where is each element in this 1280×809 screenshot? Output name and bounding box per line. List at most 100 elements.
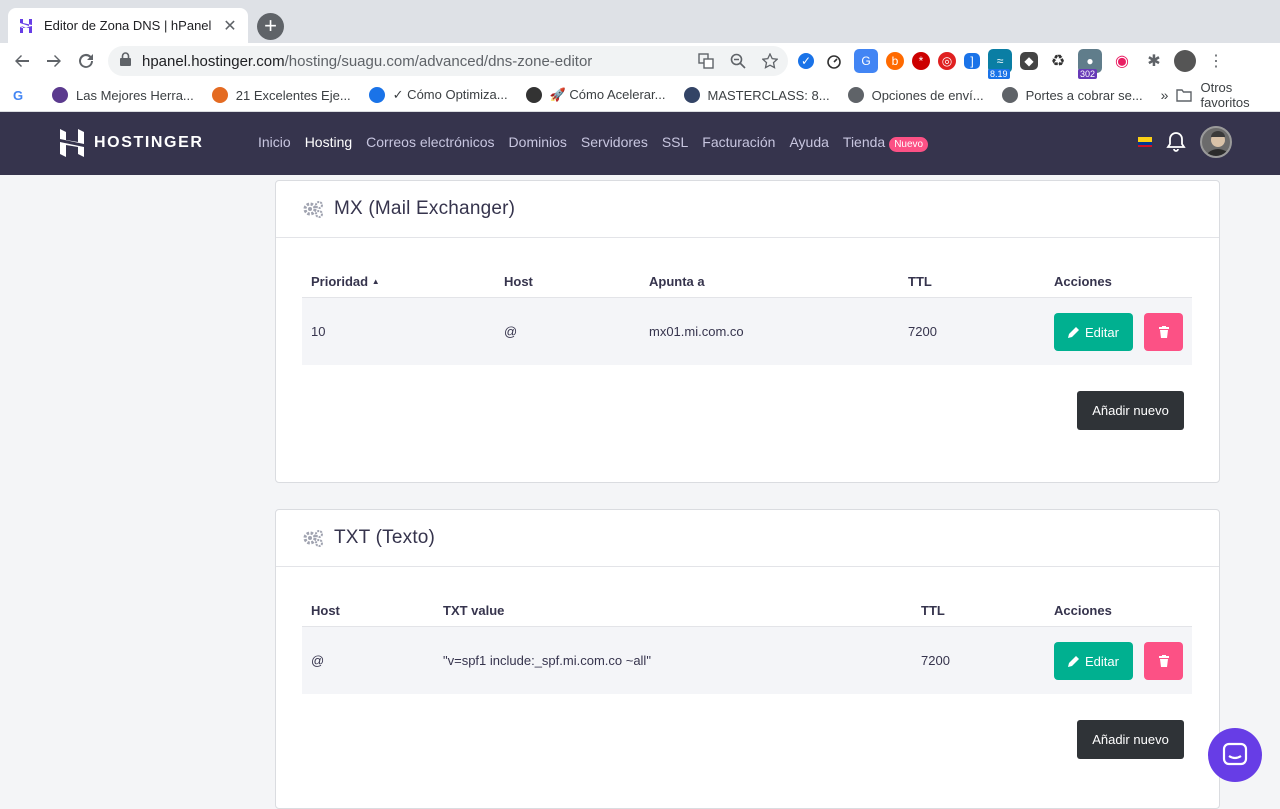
bookmark-favicon-icon [847, 87, 864, 103]
mx-ttl-cell: 7200 [908, 324, 937, 339]
b-extension-icon[interactable]: b [886, 52, 904, 70]
browser-tab-bar: Editor de Zona DNS | hPanel ✕ + [0, 0, 1280, 43]
translate-icon[interactable] [696, 51, 716, 71]
gears-icon [302, 529, 324, 547]
nav-item-correos-electr-nicos[interactable]: Correos electrónicos [366, 134, 494, 150]
nav-item-servidores[interactable]: Servidores [581, 134, 648, 150]
back-arrow-icon[interactable] [6, 45, 38, 77]
new-tab-button[interactable]: + [257, 13, 284, 40]
bookmark-label: Opciones de enví... [871, 87, 984, 103]
add-txt-record-button[interactable]: Añadir nuevo [1077, 720, 1184, 759]
google-icon: G [10, 87, 26, 103]
nav-item-label: Inicio [258, 134, 291, 150]
colombia-flag-icon[interactable] [1138, 137, 1152, 147]
hostinger-logo-icon [60, 129, 84, 157]
bookmark-favicon-icon [211, 87, 228, 103]
lastpass-extension-icon[interactable]: * [912, 52, 930, 70]
keyword-extension-icon[interactable]: G [854, 49, 878, 73]
bookmark-item[interactable]: 21 Excelentes Eje... [211, 87, 351, 103]
bookmark-favicon-icon [525, 87, 542, 103]
extension-badge-819: 8.19 [988, 69, 1010, 79]
nav-item-ayuda[interactable]: Ayuda [789, 134, 828, 150]
browser-tab[interactable]: Editor de Zona DNS | hPanel ✕ [8, 8, 248, 43]
nav-item-facturaci-n[interactable]: Facturación [702, 134, 775, 150]
nav-item-ssl[interactable]: SSL [662, 134, 688, 150]
nav-item-tienda[interactable]: Tienda Nuevo [842, 134, 929, 152]
red-extension-icon[interactable]: ◎ [938, 52, 956, 70]
bookmark-item[interactable]: MASTERCLASS: 8... [683, 87, 830, 103]
bookmark-item[interactable]: Las Mejores Herra... [52, 87, 194, 103]
mx-table: Prioridad ▲ Host Apunta a TTL Acciones 1… [302, 265, 1192, 365]
recycle-extension-icon[interactable]: ♻ [1046, 49, 1070, 73]
delete-mx-button[interactable] [1144, 313, 1183, 351]
hostinger-favicon-icon [18, 18, 34, 34]
bookmark-label: 🚀 Cómo Acelerar... [549, 87, 666, 102]
bookmark-label: Portes a cobrar se... [1025, 87, 1143, 103]
wifi-extension-icon[interactable]: ≈ 8.19 [988, 49, 1012, 79]
chat-support-button[interactable] [1208, 728, 1262, 782]
reload-icon[interactable] [70, 45, 102, 77]
nav-item-hosting[interactable]: Hosting [305, 134, 352, 150]
column-host-header: Host [311, 603, 340, 618]
url-host: hpanel.hostinger.com [142, 52, 285, 70]
nav-item-label: Tienda [842, 134, 886, 150]
txt-table: Host TXT value TTL Acciones @ "v=spf1 in… [302, 594, 1192, 694]
bookmark-item[interactable]: Portes a cobrar se... [1001, 87, 1143, 103]
bookmark-item[interactable]: ✓ Cómo Optimiza... [368, 87, 508, 103]
spiral-extension-icon[interactable]: ◉ [1110, 49, 1134, 73]
add-mx-record-button[interactable]: Añadir nuevo [1077, 391, 1184, 430]
bookmark-item[interactable]: Opciones de enví... [847, 87, 984, 103]
forward-arrow-icon[interactable] [38, 45, 70, 77]
nav-item-label: Hosting [304, 134, 353, 150]
mx-records-card: MX (Mail Exchanger) Prioridad ▲ Host Apu… [275, 180, 1220, 483]
bookmark-label: 21 Excelentes Eje... [235, 87, 351, 103]
redirect-extension-icon[interactable]: ● 302 [1078, 49, 1102, 79]
bookmark-google[interactable]: G [10, 87, 34, 103]
speed-extension-icon[interactable] [822, 49, 846, 73]
menu-dots-icon[interactable]: ⋮ [1204, 49, 1228, 73]
pencil-icon [1068, 655, 1080, 667]
gears-icon [302, 200, 324, 218]
folder-icon [1176, 88, 1193, 102]
table-row: 10 @ mx01.mi.com.co 7200 Editar [302, 298, 1192, 365]
other-bookmarks-folder[interactable]: Otros favoritos [1176, 80, 1266, 110]
address-bar[interactable]: hpanel.hostinger.com/hosting/suagu.com/a… [108, 46, 788, 76]
url-path: /hosting/suagu.com/advanced/dns-zone-edi… [284, 52, 593, 70]
bookmark-star-icon[interactable] [760, 51, 780, 71]
column-actions-header: Acciones [1054, 603, 1112, 618]
table-row: @ "v=spf1 include:_spf.mi.com.co ~all" 7… [302, 627, 1192, 694]
column-priority-header[interactable]: Prioridad ▲ [311, 274, 380, 289]
zoom-icon[interactable] [728, 51, 748, 71]
txt-table-header: Host TXT value TTL Acciones [302, 594, 1192, 627]
other-bookmarks-label: Otros favoritos [1200, 80, 1250, 110]
column-ttl-header: TTL [921, 603, 945, 618]
shield-extension-icon[interactable]: ◆ [1020, 52, 1038, 70]
delete-txt-button[interactable] [1144, 642, 1183, 680]
new-badge: Nuevo [889, 137, 929, 152]
blue-extension-icon[interactable]: ] [964, 53, 980, 69]
main-navigation: Inicio Hosting Correos electrónicos Dominio… [258, 134, 929, 152]
url-text: hpanel.hostinger.com/hosting/suagu.com/a… [142, 53, 592, 70]
close-tab-icon[interactable]: ✕ [222, 16, 238, 36]
profile-avatar-icon[interactable] [1174, 50, 1196, 72]
nav-item-label: Dominios [508, 134, 567, 150]
mx-table-header: Prioridad ▲ Host Apunta a TTL Acciones [302, 265, 1192, 298]
nav-item-label: Servidores [580, 134, 648, 150]
bell-icon[interactable] [1166, 131, 1186, 153]
check-extension-icon[interactable]: ✓ [798, 53, 814, 69]
nav-item-inicio[interactable]: Inicio [258, 134, 291, 150]
edit-mx-button[interactable]: Editar [1054, 313, 1133, 351]
user-avatar[interactable] [1200, 126, 1232, 158]
trash-icon [1158, 655, 1169, 667]
txt-records-card: TXT (Texto) Host TXT value TTL Acciones … [275, 509, 1220, 809]
txt-section-title: TXT (Texto) [334, 527, 436, 548]
bookmark-item[interactable]: 🚀 Cómo Acelerar... [525, 87, 666, 103]
bookmark-label: ✓ Cómo Optimiza... [392, 87, 508, 102]
bookmarks-bar: G Las Mejores Herra... 21 Excelentes Eje.… [0, 79, 1280, 112]
puzzle-extensions-icon[interactable]: ✱ [1142, 49, 1166, 73]
browser-toolbar: hpanel.hostinger.com/hosting/suagu.com/a… [0, 43, 1280, 79]
bookmarks-more-icon[interactable]: » [1161, 87, 1169, 103]
nav-item-dominios[interactable]: Dominios [509, 134, 567, 150]
hostinger-logo[interactable]: HOSTINGER [60, 129, 204, 157]
edit-txt-button[interactable]: Editar [1054, 642, 1133, 680]
